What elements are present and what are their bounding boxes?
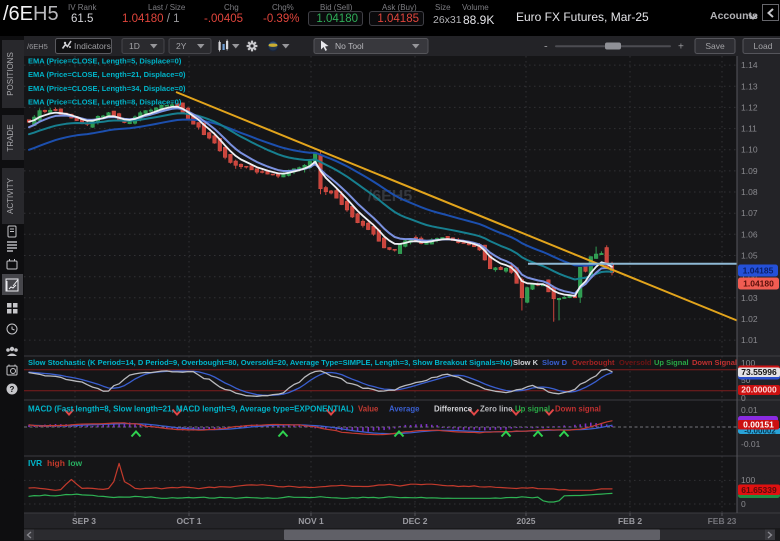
svg-text:FEB 23: FEB 23: [708, 516, 737, 526]
svg-text:Slow D: Slow D: [542, 358, 568, 367]
svg-text:1.01: 1.01: [741, 335, 758, 345]
svg-text:1.12: 1.12: [741, 102, 758, 112]
svg-text:0.01: 0.01: [741, 405, 758, 415]
svg-text:DEC 2: DEC 2: [402, 516, 427, 526]
svg-text:-0.01: -0.01: [741, 439, 761, 449]
svg-text:100: 100: [741, 475, 755, 485]
svg-text:1.11: 1.11: [741, 124, 757, 134]
svg-text:1.14: 1.14: [741, 60, 758, 70]
svg-text:2025: 2025: [517, 516, 536, 526]
svg-text:OCT 1: OCT 1: [176, 516, 201, 526]
svg-text:1.10: 1.10: [741, 145, 758, 155]
svg-text:1.05: 1.05: [741, 251, 758, 261]
svg-text:1.04185: 1.04185: [743, 266, 774, 276]
svg-text:20.00000: 20.00000: [741, 385, 777, 395]
svg-text:73.55996: 73.55996: [741, 367, 777, 377]
svg-text:1.07: 1.07: [741, 208, 758, 218]
svg-text:EMA (Price=CLOSE, Length=34, D: EMA (Price=CLOSE, Length=34, Displace=0): [28, 84, 186, 93]
svg-text:1.13: 1.13: [741, 81, 758, 91]
svg-text:Oversold: Oversold: [619, 358, 652, 367]
svg-text:Up Signal: Up Signal: [654, 358, 689, 367]
svg-text:NOV 1: NOV 1: [298, 516, 324, 526]
svg-text:Up signal: Up signal: [515, 405, 550, 414]
svg-text:0.00151: 0.00151: [743, 420, 774, 430]
svg-text:FEB 2: FEB 2: [618, 516, 642, 526]
svg-text:Slow K: Slow K: [513, 358, 539, 367]
svg-text:Average: Average: [389, 405, 420, 414]
svg-text:high: high: [47, 458, 65, 468]
svg-text:61.65339: 61.65339: [741, 485, 777, 495]
svg-text:EMA (Price=CLOSE, Length=21, D: EMA (Price=CLOSE, Length=21, Displace=0): [28, 70, 186, 79]
svg-text:SEP 3: SEP 3: [72, 516, 96, 526]
svg-text:0: 0: [741, 499, 746, 509]
svg-text:1.06: 1.06: [741, 229, 758, 239]
svg-text:IVR: IVR: [28, 458, 42, 468]
svg-text:Value: Value: [358, 405, 379, 414]
svg-text:EMA (Price=CLOSE, Length=8, Di: EMA (Price=CLOSE, Length=8, Displace=0): [28, 98, 182, 107]
svg-text:1.03: 1.03: [741, 293, 758, 303]
svg-text:Overbought: Overbought: [572, 358, 615, 367]
svg-text:Slow Stochastic (K Period=14,: Slow Stochastic (K Period=14, D Period=9…: [28, 358, 513, 367]
svg-text:MACD (Fast length=8, Slow leng: MACD (Fast length=8, Slow length=21, MAC…: [28, 405, 354, 414]
svg-text:1.08: 1.08: [741, 187, 758, 197]
svg-text:1.04180: 1.04180: [743, 279, 774, 289]
svg-text:Difference: Difference: [434, 405, 473, 414]
svg-text:1.09: 1.09: [741, 166, 758, 176]
svg-text:Down signal: Down signal: [555, 405, 601, 414]
svg-text:1.02: 1.02: [741, 314, 758, 324]
svg-text:EMA (Price=CLOSE, Length=5, Di: EMA (Price=CLOSE, Length=5, Displace=0): [28, 57, 182, 66]
svg-text:Down Signal: Down Signal: [692, 358, 737, 367]
svg-text:Zero line: Zero line: [480, 405, 513, 414]
svg-text:low: low: [68, 458, 83, 468]
